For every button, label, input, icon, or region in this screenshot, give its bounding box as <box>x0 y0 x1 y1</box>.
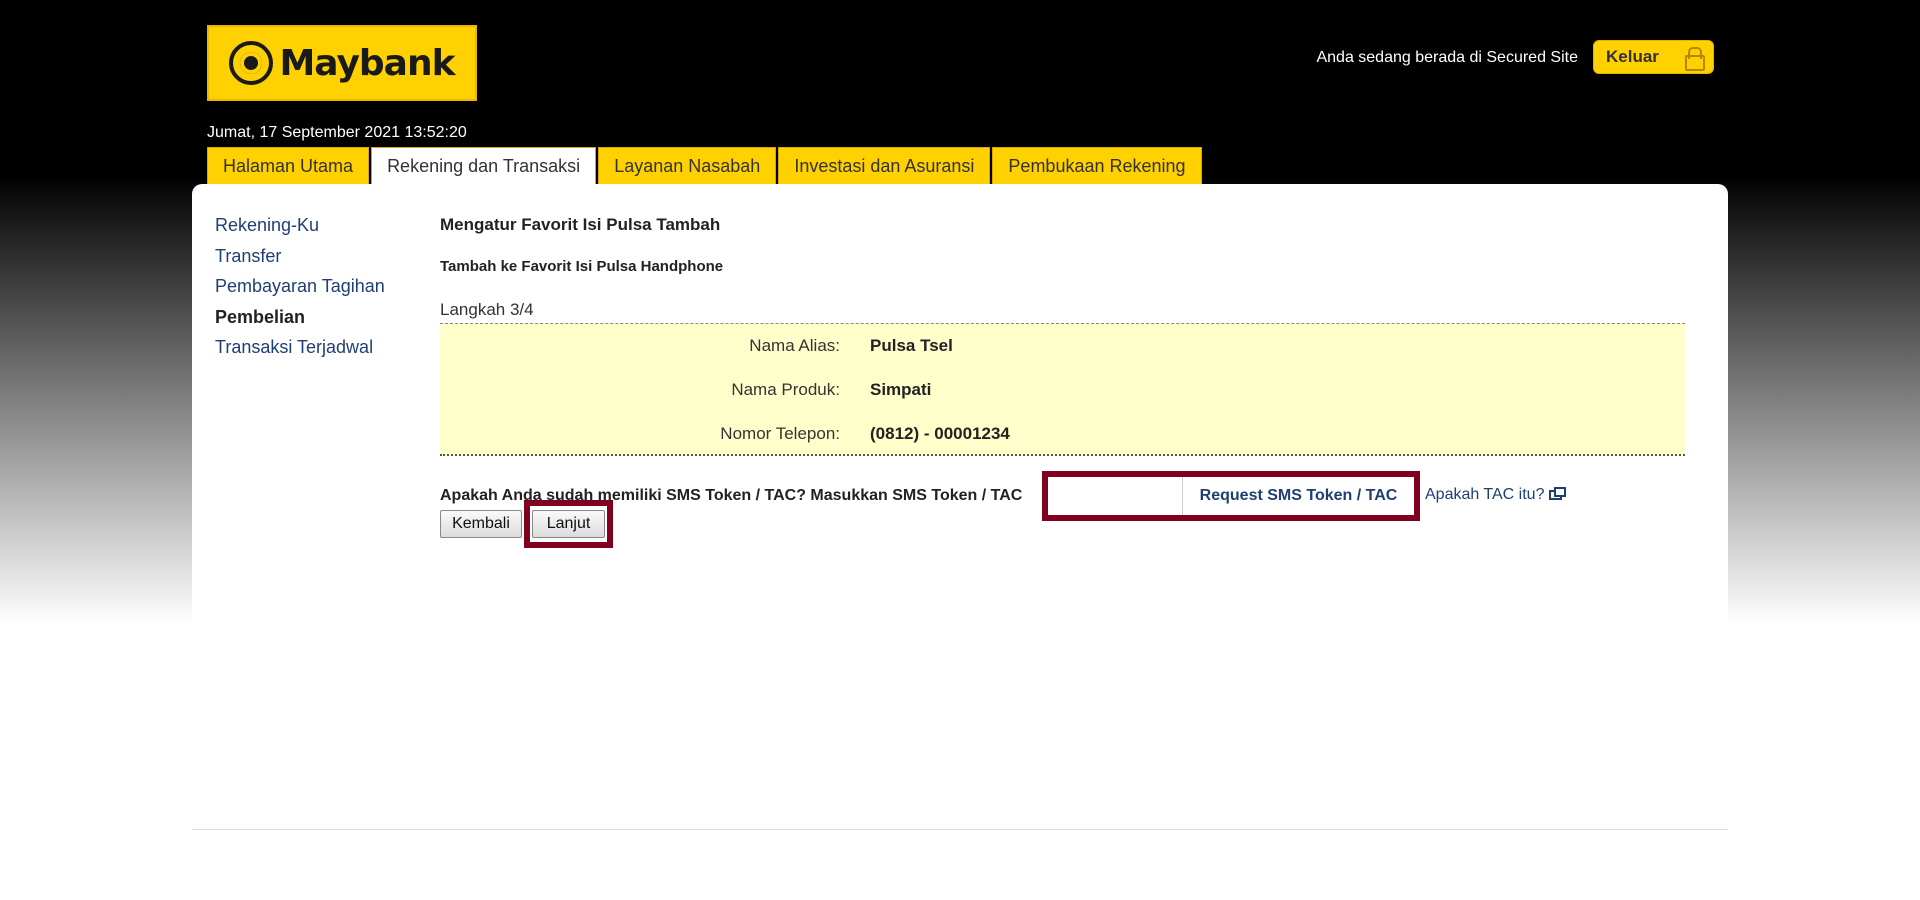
sidebar-item-transfer[interactable]: Transfer <box>215 244 385 275</box>
request-sms-token-link[interactable]: Request SMS Token / TAC <box>1183 477 1414 515</box>
tiger-emblem-icon <box>229 41 274 85</box>
alias-label: Nama Alias: <box>749 336 840 355</box>
current-datetime: Jumat, 17 September 2021 13:52:20 <box>207 124 467 141</box>
summary-table: Nama Alias: Pulsa Tsel Nama Produk: Simp… <box>440 323 1685 456</box>
tab-layanan-nasabah[interactable]: Layanan Nasabah <box>598 147 777 184</box>
product-value: Simpati <box>870 380 932 399</box>
sidebar-item-pembelian[interactable]: Pembelian <box>215 305 385 336</box>
logout-button[interactable]: Keluar <box>1593 40 1714 74</box>
tac-input[interactable] <box>1048 477 1183 515</box>
brand-wordmark: Maybank <box>279 42 455 84</box>
maybank-logo[interactable]: Maybank <box>207 25 477 101</box>
page-subtitle: Tambah ke Favorit Isi Pulsa Handphone <box>440 258 724 275</box>
sidebar-nav: Rekening-Ku Transfer Pembayaran Tagihan … <box>215 213 385 366</box>
summary-row-product: Nama Produk: Simpati <box>440 380 1685 404</box>
alias-value: Pulsa Tsel <box>870 336 953 355</box>
logout-label: Keluar <box>1606 47 1659 66</box>
tab-pembukaan-rekening[interactable]: Pembukaan Rekening <box>992 147 1202 184</box>
product-label: Nama Produk: <box>731 380 840 399</box>
tac-help-label: Apakah TAC itu? <box>1425 486 1545 503</box>
tab-rekening-dan-transaksi[interactable]: Rekening dan Transaksi <box>371 147 597 184</box>
summary-row-alias: Nama Alias: Pulsa Tsel <box>440 336 1685 360</box>
lock-icon <box>1685 47 1705 71</box>
tab-investasi-dan-asuransi[interactable]: Investasi dan Asuransi <box>778 147 991 184</box>
popup-window-icon <box>1549 487 1567 500</box>
sidebar-item-pembayaran-tagihan[interactable]: Pembayaran Tagihan <box>215 274 385 305</box>
step-indicator: Langkah 3/4 <box>440 300 534 319</box>
tac-help-link[interactable]: Apakah TAC itu? <box>1425 486 1567 504</box>
next-button[interactable]: Lanjut <box>532 510 605 538</box>
phone-value: (0812) - 00001234 <box>870 424 1010 443</box>
page-title: Mengatur Favorit Isi Pulsa Tambah <box>440 215 721 234</box>
back-button[interactable]: Kembali <box>440 510 522 538</box>
secured-site-notice: Anda sedang berada di Secured Site <box>1316 49 1578 66</box>
panel-footer-line <box>192 829 1728 830</box>
summary-row-phone: Nomor Telepon: (0812) - 00001234 <box>440 424 1685 448</box>
tab-halaman-utama[interactable]: Halaman Utama <box>207 147 370 184</box>
main-tabs: Halaman Utama Rekening dan Transaksi Lay… <box>207 147 1204 184</box>
content-panel <box>192 184 1728 830</box>
sidebar-item-rekening-ku[interactable]: Rekening-Ku <box>215 213 385 244</box>
phone-label: Nomor Telepon: <box>720 424 840 443</box>
sidebar-item-transaksi-terjadwal[interactable]: Transaksi Terjadwal <box>215 335 385 366</box>
tac-highlight-box: Request SMS Token / TAC <box>1042 471 1420 521</box>
